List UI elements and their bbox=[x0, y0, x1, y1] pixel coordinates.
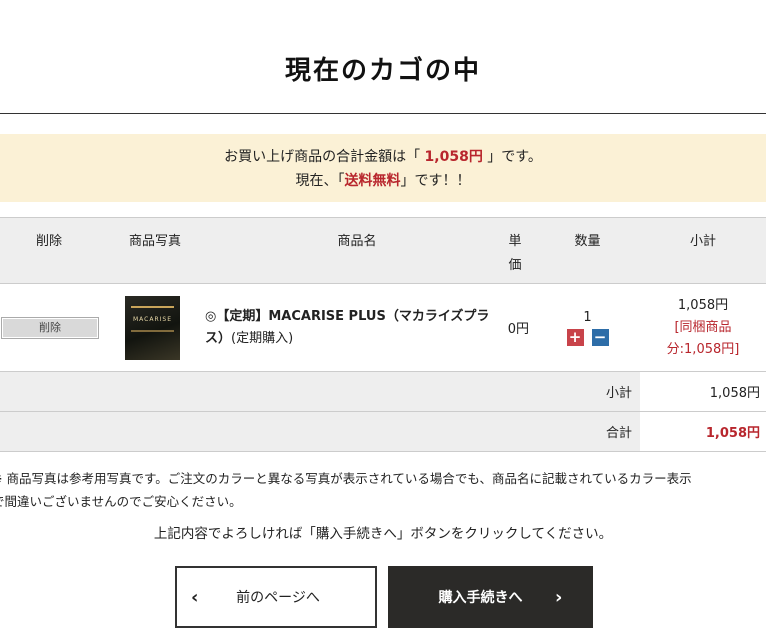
header-subtotal: 小計 bbox=[689, 234, 716, 249]
previous-page-button[interactable]: ‹ 前のページへ bbox=[175, 566, 377, 628]
subtotal-row: 小計 1,058円 bbox=[0, 371, 766, 412]
subtotal-label: 小計 bbox=[0, 371, 640, 412]
notice-text: 現在、「 bbox=[295, 173, 345, 189]
total-row: 合計 1,058円 bbox=[0, 411, 766, 452]
notice-text: 」です！！ bbox=[400, 173, 471, 189]
table-header: 削除 商品写真 商品名 単価 数量 小計 bbox=[0, 217, 766, 284]
header-name: 商品名 bbox=[337, 234, 377, 249]
total-label: 合計 bbox=[0, 411, 640, 452]
page-title: 現在のカゴの中 bbox=[284, 56, 481, 86]
item-subtotal: 1,058円 bbox=[677, 297, 729, 313]
bundle-note: [同梱商品分:1,058円] bbox=[666, 319, 740, 357]
delete-button[interactable]: 削除 bbox=[1, 316, 99, 339]
title-divider bbox=[0, 113, 766, 114]
unit-price: 0円 bbox=[507, 322, 529, 337]
subtotal-value: 1,058円 bbox=[709, 386, 760, 401]
cart-table: 削除 商品写真 商品名 単価 数量 小計 削除 MACARISE ◎【定期】MA… bbox=[0, 217, 766, 452]
shipping-notice: お買い上げ商品の合計金額は「 1,058円 」です。 現在、「送料無料」です！！ bbox=[0, 134, 766, 202]
proceed-to-checkout-label: 購入手続きへ bbox=[438, 590, 523, 606]
header-unit-price: 単価 bbox=[508, 234, 522, 273]
quantity-stepper: 1 + − bbox=[535, 284, 640, 372]
disclaimer-line: ※ 商品写真は参考用写真です。ご注文のカラーと異なる写真が表示されている場合でも… bbox=[0, 471, 692, 486]
proceed-to-checkout-button[interactable]: 購入手続きへ › bbox=[388, 566, 593, 628]
notice-text: お買い上げ商品の合計金額は「 bbox=[224, 149, 425, 165]
notice-line-shipping: 現在、「送料無料」です！！ bbox=[0, 169, 766, 193]
notice-text: 」です。 bbox=[482, 149, 542, 165]
header-delete: 削除 bbox=[35, 234, 62, 249]
product-image-text: MACARISE bbox=[132, 315, 172, 323]
product-image: MACARISE bbox=[125, 295, 180, 360]
item-subtotal-cell: 1,058円 [同梱商品分:1,058円] bbox=[640, 284, 766, 372]
table-row: 削除 MACARISE ◎【定期】MACARISE PLUS（マカライズプラス）… bbox=[0, 284, 766, 372]
product-name: ◎【定期】MACARISE PLUS（マカライズプラス）(定期購入) bbox=[205, 284, 495, 372]
checkout-instruction: 上記内容でよろしければ「購入手続きへ」ボタンをクリックしてください。 bbox=[153, 526, 613, 542]
notice-line-total: お買い上げ商品の合計金額は「 1,058円 」です。 bbox=[0, 145, 766, 169]
quantity-value: 1 bbox=[583, 309, 592, 325]
free-shipping-label: 送料無料 bbox=[344, 173, 401, 189]
disclaimer-line: で間違いございませんのでご安心ください。 bbox=[0, 494, 242, 509]
previous-page-label: 前のページへ bbox=[236, 590, 320, 606]
product-purchase-type: (定期購入) bbox=[231, 330, 294, 346]
header-quantity: 数量 bbox=[574, 234, 601, 249]
photo-disclaimer: ※ 商品写真は参考用写真です。ご注文のカラーと異なる写真が表示されている場合でも… bbox=[0, 467, 766, 513]
total-value: 1,058円 bbox=[705, 426, 760, 441]
notice-total-amount: 1,058円 bbox=[424, 149, 483, 165]
quantity-plus-button[interactable]: + bbox=[566, 328, 584, 346]
header-photo: 商品写真 bbox=[128, 234, 181, 249]
quantity-minus-button[interactable]: − bbox=[591, 328, 609, 346]
